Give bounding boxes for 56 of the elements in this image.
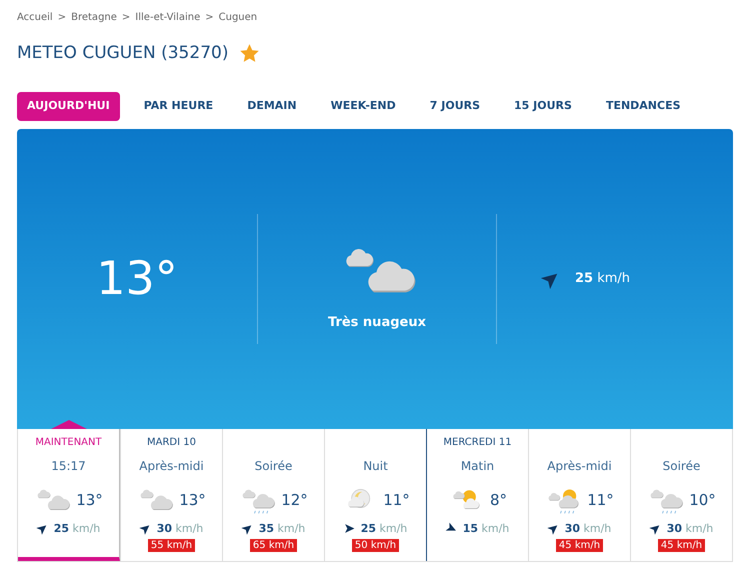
wind-gust-badge: 55 km/h xyxy=(148,539,196,552)
wind-gust-badge: 65 km/h xyxy=(250,539,298,552)
breadcrumb-separator: > xyxy=(58,11,66,25)
breadcrumb-separator: > xyxy=(122,11,130,25)
forecast-column[interactable]: MARDI 10 Après-midi 13° 30 km/h 55 km/h xyxy=(120,428,222,560)
weather-condition: Très nuageux xyxy=(328,314,426,332)
tab[interactable]: WEEK-END xyxy=(320,92,406,120)
wind-gust-badge: 45 km/h xyxy=(658,539,706,552)
breadcrumb-link[interactable]: Accueil xyxy=(17,10,53,25)
forecast-wind-speed: 35 km/h xyxy=(258,520,306,536)
period-label: 15:17 xyxy=(51,458,86,474)
period-label: Soirée xyxy=(254,458,292,474)
period-label: Soirée xyxy=(662,458,700,474)
forecast-column[interactable]: MERCREDI 11 Matin 8° 15 km/h xyxy=(426,428,528,560)
breadcrumb-separator: > xyxy=(205,11,214,25)
forecast-wind-speed: 30 km/h xyxy=(156,520,204,536)
period-label: Nuit xyxy=(363,458,388,474)
wind-speed: 25 km/h xyxy=(575,270,630,288)
period-label: Après-midi xyxy=(547,458,612,474)
tab[interactable]: AUJOURD'HUI xyxy=(17,92,120,120)
breadcrumb-link[interactable]: Cuguen xyxy=(218,10,258,25)
forecast-column[interactable]: Après-midi 11° 30 km/h 45 km/h xyxy=(528,428,630,560)
forecast-temperature: 11° xyxy=(587,490,614,512)
forecast-temperature: 12° xyxy=(281,490,308,512)
forecast-temperature: 8° xyxy=(490,490,508,512)
period-label: Après-midi xyxy=(139,458,204,474)
tab[interactable]: DEMAIN xyxy=(237,92,307,120)
forecast-temperature: 13° xyxy=(179,490,206,512)
day-label: MERCREDI 11 xyxy=(443,436,512,450)
wind-gust-badge: 50 km/h xyxy=(352,539,400,552)
forecast-temperature: 13° xyxy=(76,490,103,512)
forecast-wind-speed: 15 km/h xyxy=(462,520,510,536)
forecast-wind-speed: 30 km/h xyxy=(666,520,714,536)
star-icon[interactable] xyxy=(240,44,260,64)
period-label: Matin xyxy=(460,458,494,474)
tab[interactable]: 7 JOURS xyxy=(420,92,490,120)
forecast-wind-speed: 25 km/h xyxy=(360,520,408,536)
forecast-column[interactable]: MAINTENANT 15:17 13° 25 km/h xyxy=(18,428,120,560)
page-title: METEO CUGUEN (35270) xyxy=(17,42,228,65)
tab[interactable]: 15 JOURS xyxy=(504,92,582,120)
forecast-wind-speed: 30 km/h xyxy=(564,520,612,536)
selected-pointer xyxy=(50,420,86,428)
forecast-column[interactable]: Soirée 12° 35 km/h 65 km/h xyxy=(222,428,324,560)
forecast-column[interactable]: Nuit 11° 25 km/h 50 km/h xyxy=(324,428,426,560)
current-temperature: 13° xyxy=(96,250,178,307)
day-label: MARDI 10 xyxy=(147,436,196,450)
forecast-temperature: 10° xyxy=(689,490,716,512)
breadcrumb-link[interactable]: Bretagne xyxy=(71,10,117,25)
forecast-wind-speed: 25 km/h xyxy=(54,520,100,536)
forecast-column[interactable]: Soirée 10° 30 km/h 45 km/h xyxy=(630,428,732,560)
tab[interactable]: TENDANCES xyxy=(596,92,691,120)
wind-gust-badge: 45 km/h xyxy=(556,539,604,552)
tab[interactable]: PAR HEURE xyxy=(134,92,224,120)
day-label: MAINTENANT xyxy=(35,436,102,450)
forecast-temperature: 11° xyxy=(383,490,410,512)
breadcrumb-link[interactable]: Ille-et-Vilaine xyxy=(135,10,200,25)
